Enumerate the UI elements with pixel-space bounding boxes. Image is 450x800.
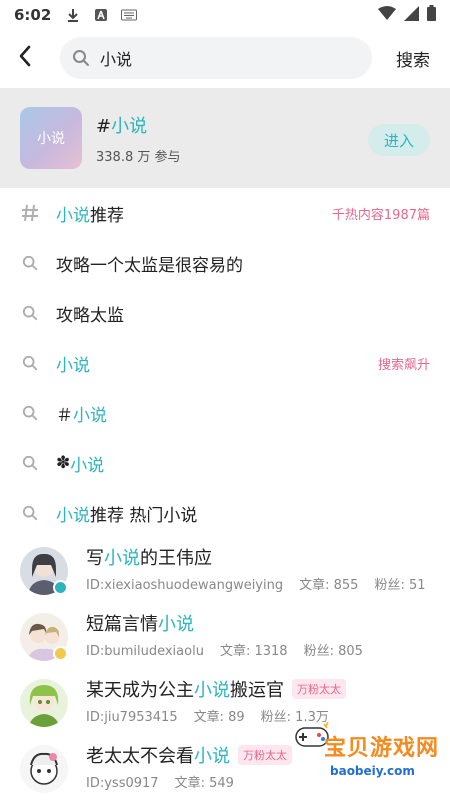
signal-icon — [404, 5, 419, 25]
back-button[interactable] — [0, 30, 50, 86]
user-name: 老太太不会看小说 万粉太太 — [86, 742, 292, 768]
accessibility-icon — [93, 8, 109, 22]
user-fans: 粉丝: 51 — [374, 578, 426, 593]
suggestion-text: 推荐 — [90, 205, 124, 226]
topic-title: #小说 — [96, 112, 180, 138]
user-meta: ID:yss0917 文章: 549 — [86, 772, 250, 791]
suggestion-item[interactable]: 小说 推荐 热门小说 — [0, 488, 450, 538]
keyboard-icon — [121, 8, 138, 22]
search-icon — [20, 303, 40, 323]
suggestion-item[interactable]: 小说 推荐 千热内容1987篇 — [0, 188, 450, 238]
suggestion-item[interactable]: ✽ 小说 — [0, 438, 450, 488]
user-id: ID:yss0917 — [86, 776, 159, 791]
topic-participants: 338.8 万 参与 — [96, 149, 181, 165]
suggestion-item[interactable]: ＃小说 — [0, 388, 450, 438]
search-icon — [72, 49, 90, 67]
suggestion-keyword: 小说 — [56, 355, 90, 376]
watermark-title: 宝贝游戏网 — [324, 736, 440, 761]
suggestion-keyword: 小说 — [70, 455, 105, 476]
user-articles: 文章: 549 — [174, 776, 234, 791]
user-articles: 文章: 89 — [193, 710, 245, 725]
battery-icon — [427, 5, 436, 25]
fan-tag: 万粉太太 — [292, 679, 346, 699]
topic-thumbnail: 小说 — [20, 107, 82, 169]
suggestion-prefix: ＃ — [56, 405, 73, 426]
avatar — [20, 745, 68, 793]
search-icon — [20, 353, 40, 373]
status-right — [378, 5, 436, 25]
watermark-url: baobeiy.com — [330, 764, 415, 778]
suggestion-keyword: 小说 — [56, 505, 90, 526]
hashtag-icon — [20, 203, 40, 223]
user-articles: 文章: 855 — [299, 578, 359, 593]
user-name: 写小说的王伟应 — [86, 548, 212, 569]
status-time: 6:02 — [14, 6, 52, 24]
topic-info: #小说 338.8 万 参与 — [96, 112, 180, 165]
user-row[interactable]: 写小说的王伟应 ID:xiexiaoshuodewangweiying 文章: 8… — [0, 538, 450, 604]
status-bar: 6:02 — [0, 0, 450, 30]
search-icon — [20, 453, 40, 473]
search-icon — [20, 253, 40, 273]
user-id: ID:jiu7953415 — [86, 710, 178, 725]
search-input[interactable] — [100, 48, 340, 68]
verified-badge — [53, 580, 68, 595]
topic-card[interactable]: 小说 #小说 338.8 万 参与 进入 — [0, 88, 450, 188]
avatar — [20, 679, 68, 727]
search-box[interactable] — [60, 37, 372, 79]
user-meta: ID:bumiludexiaolu 文章: 1318 粉丝: 805 — [86, 640, 379, 659]
user-articles: 文章: 1318 — [219, 644, 288, 659]
suggestion-text: 攻略一个太监是很容易的 — [56, 255, 243, 276]
suggestion-item[interactable]: 小说 搜索飙升 — [0, 338, 450, 388]
hot-badge: 千热内容1987篇 — [331, 207, 430, 223]
user-fans: 粉丝: 805 — [303, 644, 363, 659]
search-header: 搜索 — [0, 30, 450, 86]
watermark: 宝贝游戏网 baobeiy.com — [276, 718, 446, 788]
topic-title-keyword: 小说 — [111, 115, 148, 137]
suggestion-item[interactable]: 攻略一个太监是很容易的 — [0, 238, 450, 288]
wifi-icon — [378, 5, 396, 25]
user-id: ID:bumiludexiaolu — [86, 644, 204, 659]
suggestion-text: 推荐 热门小说 — [90, 505, 198, 526]
user-name: 某天成为公主小说搬运官 万粉太太 — [86, 676, 346, 702]
user-id: ID:xiexiaoshuodewangweiying — [86, 578, 284, 593]
verified-badge — [53, 646, 68, 661]
back-arrow-icon — [18, 45, 32, 71]
enter-button[interactable]: 进入 — [368, 124, 430, 156]
suggestion-keyword: 小说 — [56, 205, 90, 226]
trending-badge: 搜索飙升 — [377, 357, 430, 373]
suggestion-item[interactable]: 攻略太监 — [0, 288, 450, 338]
download-icon — [65, 8, 81, 22]
user-meta: ID:xiexiaoshuodewangweiying 文章: 855 粉丝: 51 — [86, 574, 442, 593]
suggestion-text: 攻略太监 — [56, 305, 124, 326]
suggestion-prefix: ✽ — [56, 453, 71, 473]
suggestion-keyword: 小说 — [73, 405, 107, 426]
user-row[interactable]: 短篇言情小说 ID:bumiludexiaolu 文章: 1318 粉丝: 805 — [0, 604, 450, 670]
search-icon — [20, 403, 40, 423]
user-name: 短篇言情小说 — [86, 614, 194, 635]
search-button[interactable]: 搜索 — [396, 46, 430, 71]
topic-title-prefix: # — [96, 115, 112, 137]
search-icon — [20, 503, 40, 523]
